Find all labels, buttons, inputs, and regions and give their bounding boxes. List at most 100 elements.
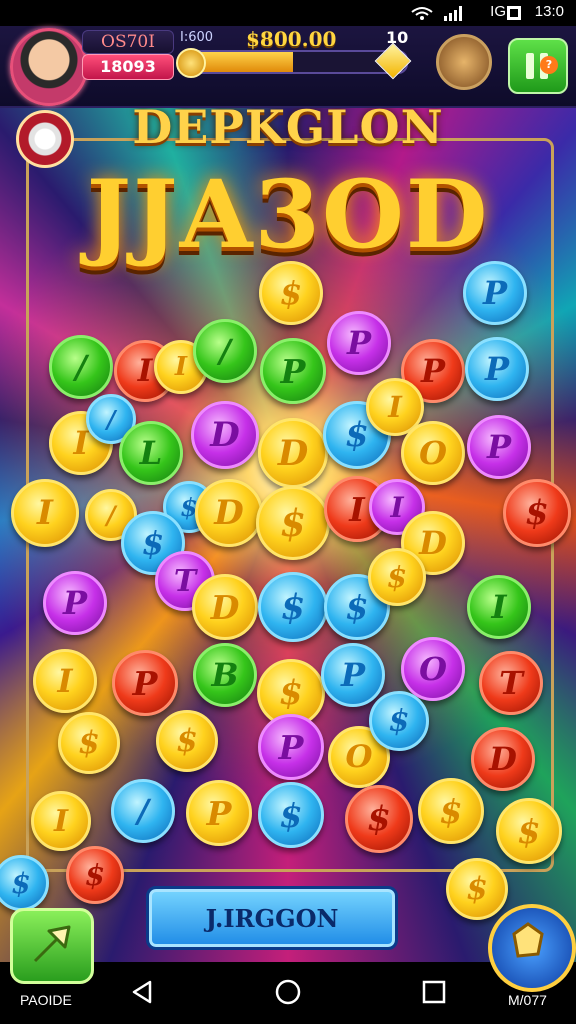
- coin-symbol: I: [491, 588, 507, 626]
- coin-symbol: /: [106, 500, 116, 530]
- coin-symbol: P: [346, 324, 372, 362]
- coin-symbol: D: [277, 432, 309, 474]
- hammer-icon: [512, 922, 544, 958]
- coin[interactable]: I: [11, 479, 79, 547]
- recents-icon[interactable]: [420, 978, 448, 1006]
- coin[interactable]: $: [418, 778, 484, 844]
- pause-button[interactable]: [508, 38, 568, 94]
- coin-symbol: $: [386, 560, 408, 594]
- coin-symbol: I: [388, 390, 402, 424]
- coin-symbol: D: [210, 415, 240, 455]
- coin-symbol: O: [419, 434, 447, 472]
- coin[interactable]: $: [368, 548, 426, 606]
- coin-symbol: /: [137, 792, 149, 830]
- coin[interactable]: $: [258, 572, 328, 642]
- coin[interactable]: P: [186, 780, 252, 846]
- coin[interactable]: P: [467, 415, 531, 479]
- hammer-button[interactable]: [488, 904, 576, 992]
- coin[interactable]: P: [321, 643, 385, 707]
- coin-symbol: T: [499, 664, 523, 702]
- top-hud: OS70I 18093 I:600 $800.00 10 ?: [0, 26, 576, 108]
- coin[interactable]: $: [259, 261, 323, 325]
- coin[interactable]: P: [258, 714, 324, 780]
- coin-symbol: P: [132, 663, 158, 703]
- battery-icon: [507, 6, 521, 20]
- coin[interactable]: $: [156, 710, 218, 772]
- coin[interactable]: P: [465, 337, 529, 401]
- coin[interactable]: D: [191, 401, 259, 469]
- coin[interactable]: $: [0, 855, 49, 911]
- coin[interactable]: I: [33, 649, 97, 713]
- coin[interactable]: $: [369, 691, 429, 751]
- coin-symbol: D: [214, 493, 244, 533]
- coin[interactable]: D: [195, 479, 263, 547]
- coin-icon: [176, 48, 206, 78]
- coin[interactable]: O: [401, 421, 465, 485]
- coin[interactable]: I: [31, 791, 91, 851]
- coin-symbol: $: [345, 415, 369, 455]
- coin[interactable]: B: [193, 643, 257, 707]
- coin-symbol: $: [84, 858, 106, 892]
- coin[interactable]: /: [111, 779, 175, 843]
- coin-symbol: I: [390, 490, 404, 524]
- level-number: 10: [386, 28, 409, 47]
- coin-symbol: $: [367, 799, 391, 839]
- arrow-icon: [33, 925, 71, 963]
- coin[interactable]: $: [496, 798, 562, 864]
- coin-symbol: $: [280, 586, 306, 628]
- coin[interactable]: P: [260, 338, 326, 404]
- player-avatar[interactable]: [10, 28, 88, 106]
- coin[interactable]: L: [119, 421, 183, 485]
- coin-symbol: $: [517, 811, 541, 851]
- action-button[interactable]: J.IRGGON: [146, 886, 398, 950]
- coin[interactable]: $: [256, 486, 330, 560]
- coin-symbol: I: [349, 489, 365, 529]
- coin[interactable]: T: [479, 651, 543, 715]
- coin-symbol: $: [525, 493, 549, 533]
- shop-button[interactable]: [436, 34, 492, 90]
- coin[interactable]: $: [66, 846, 124, 904]
- arrow-button[interactable]: [10, 908, 94, 984]
- coin[interactable]: P: [112, 650, 178, 716]
- coin[interactable]: D: [471, 727, 535, 791]
- coin-symbol: $: [388, 703, 410, 739]
- coin[interactable]: /: [193, 319, 257, 383]
- coin[interactable]: D: [192, 574, 258, 640]
- coin-symbol: D: [419, 524, 447, 562]
- back-icon[interactable]: [128, 978, 156, 1006]
- coin[interactable]: P: [463, 261, 527, 325]
- coin-symbol: P: [420, 352, 446, 390]
- game-subtitle: DEPKGLON: [132, 100, 444, 154]
- coin-symbol: I: [37, 493, 53, 533]
- coin-symbol: B: [211, 656, 239, 694]
- coin[interactable]: D: [258, 418, 328, 488]
- home-icon[interactable]: [274, 978, 302, 1006]
- mini-label: I:600: [180, 30, 214, 45]
- coin[interactable]: $: [503, 479, 571, 547]
- coin[interactable]: $: [345, 785, 413, 853]
- coin-symbol: $: [78, 725, 100, 761]
- coin[interactable]: $: [58, 712, 120, 774]
- coin-symbol: $: [279, 795, 303, 835]
- nav-left-label: PAOIDE: [20, 992, 72, 1008]
- player-coins: 18093: [82, 54, 174, 80]
- coin[interactable]: I: [467, 575, 531, 639]
- notification-badge: ?: [540, 56, 558, 74]
- coin-symbol: D: [210, 587, 240, 627]
- status-bar: IG 13:0: [0, 0, 576, 26]
- coin-symbol: $: [345, 587, 369, 627]
- coin[interactable]: /: [49, 335, 113, 399]
- coin[interactable]: $: [258, 782, 324, 848]
- status-time: 13:0: [534, 3, 564, 20]
- signal-icon: [411, 6, 462, 21]
- nav-right-label: M/077: [508, 992, 547, 1008]
- coin[interactable]: O: [401, 637, 465, 701]
- coin[interactable]: P: [327, 311, 391, 375]
- coin-symbol: $: [141, 524, 165, 562]
- progress-bar: [178, 50, 408, 74]
- coin[interactable]: P: [43, 571, 107, 635]
- coin-symbol: D: [489, 740, 517, 778]
- coin-symbol: I: [137, 353, 153, 389]
- coin-symbol: /: [106, 404, 116, 434]
- coin-symbol: O: [345, 739, 373, 775]
